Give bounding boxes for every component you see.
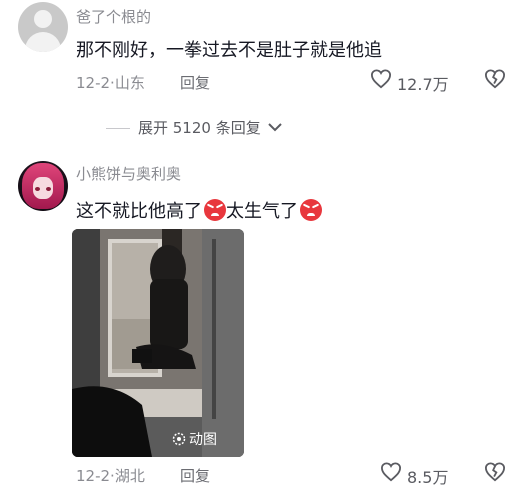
- broken-heart-icon[interactable]: [484, 69, 506, 89]
- heart-outline-icon[interactable]: [370, 69, 392, 89]
- expand-replies-label: 展开 5120 条回复: [138, 119, 261, 137]
- angry-face-emoji: [204, 199, 226, 221]
- comment-meta: 12-2·湖北: [76, 467, 145, 485]
- like-count: 12.7万: [397, 75, 449, 94]
- expand-replies-button[interactable]: 展开 5120 条回复: [106, 117, 282, 138]
- like-count: 8.5万: [407, 468, 449, 487]
- comment-username[interactable]: 爸了个根的: [76, 6, 151, 27]
- comment-location: 山东: [114, 74, 145, 92]
- chevron-down-icon: [267, 123, 282, 132]
- comment-media-gif[interactable]: 动图: [72, 229, 244, 457]
- comment-item: 爸了个根的 那不刚好，一拳过去不是肚子就是他追 12-2·山东 回复 12.7万: [0, 0, 524, 100]
- comment-location: 湖北: [114, 467, 145, 485]
- avatar[interactable]: [18, 2, 68, 52]
- comment-meta: 12-2·山东: [76, 74, 145, 92]
- media-badge: 动图: [172, 429, 217, 449]
- comment-text-part: 太生气了: [226, 201, 298, 222]
- comment-text: 那不刚好，一拳过去不是肚子就是他追: [76, 40, 382, 61]
- avatar[interactable]: [18, 161, 68, 211]
- broken-heart-icon[interactable]: [484, 462, 506, 482]
- reply-button[interactable]: 回复: [180, 72, 210, 93]
- gif-animation-icon: [172, 432, 186, 446]
- gif-frame: [72, 229, 244, 457]
- comment-date: 12-2: [76, 74, 111, 92]
- heart-outline-icon[interactable]: [380, 462, 402, 482]
- media-badge-label: 动图: [189, 432, 217, 448]
- comment-text: 这不就比他高了 太生气了: [76, 197, 322, 223]
- angry-face-emoji: [300, 199, 322, 221]
- comment-date: 12-2: [76, 467, 111, 485]
- comment-text-part: 这不就比他高了: [76, 201, 202, 222]
- reply-button[interactable]: 回复: [180, 465, 210, 486]
- comment-username[interactable]: 小熊饼与奥利奥: [76, 163, 181, 184]
- comment-item: 小熊饼与奥利奥 这不就比他高了 太生气了 动图 12-2·湖北 回复 8.5万: [0, 155, 524, 493]
